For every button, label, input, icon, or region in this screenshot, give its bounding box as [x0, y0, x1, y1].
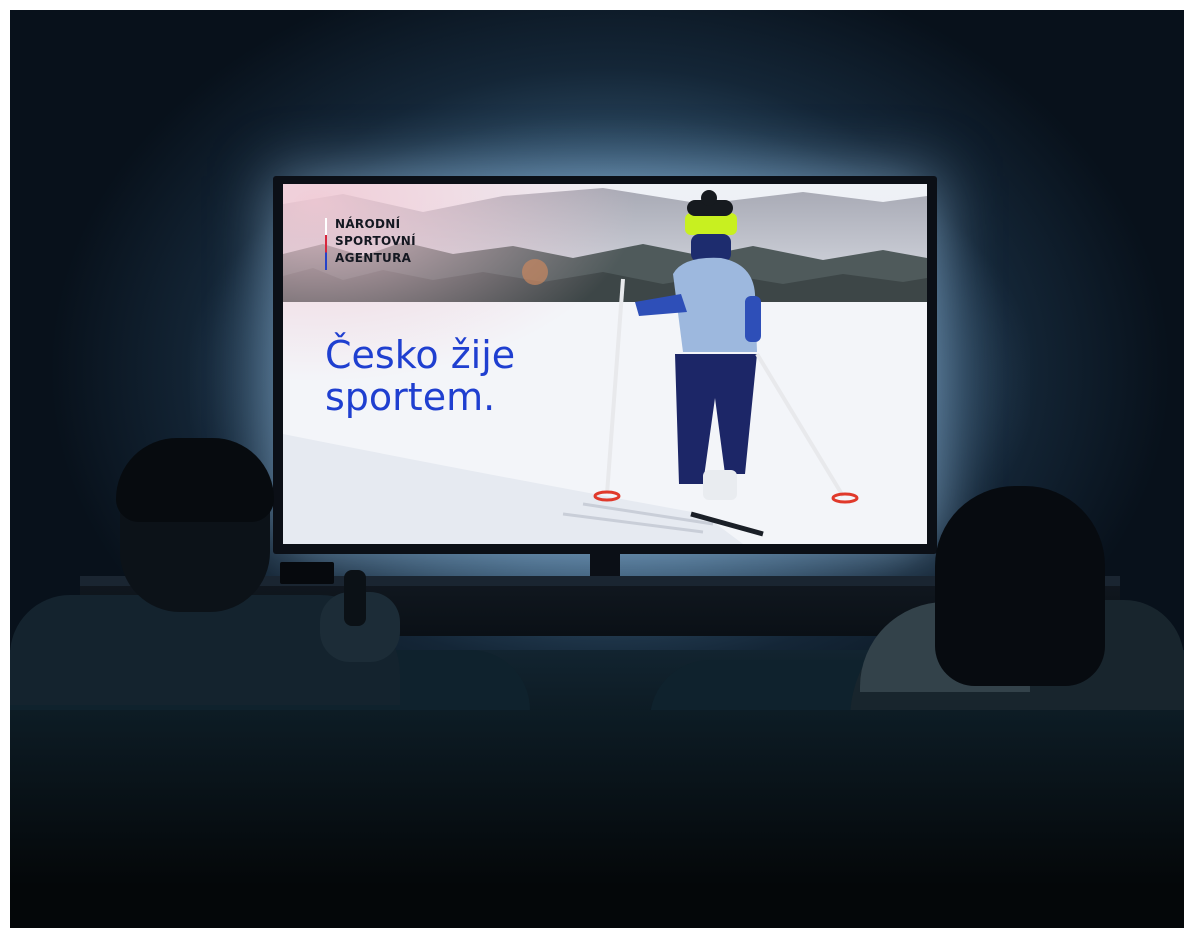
woman-head [935, 486, 1105, 686]
slogan-line-1: Česko žije [325, 333, 516, 377]
tv-stand-neck [590, 554, 620, 578]
slogan-headline: Česko žije sportem. [325, 334, 515, 418]
logo-tricolor-bar [325, 218, 327, 270]
remote-control [344, 570, 366, 626]
slogan-line-2: sportem. [325, 375, 496, 419]
living-room-scene: NÁRODNÍ SPORTOVNÍ AGENTURA Česko žije sp… [10, 10, 1184, 928]
sofa-cushion [10, 710, 1184, 928]
logo-line-1: NÁRODNÍ [335, 217, 401, 231]
set-top-box [280, 562, 334, 584]
tv-screen: NÁRODNÍ SPORTOVNÍ AGENTURA Česko žije sp… [283, 184, 927, 544]
television: NÁRODNÍ SPORTOVNÍ AGENTURA Česko žije sp… [273, 176, 937, 554]
logo-line-2: SPORTOVNÍ [335, 234, 416, 248]
man-hair [116, 438, 274, 522]
logo-line-3: AGENTURA [335, 251, 412, 265]
agency-logo: NÁRODNÍ SPORTOVNÍ AGENTURA [325, 216, 416, 270]
